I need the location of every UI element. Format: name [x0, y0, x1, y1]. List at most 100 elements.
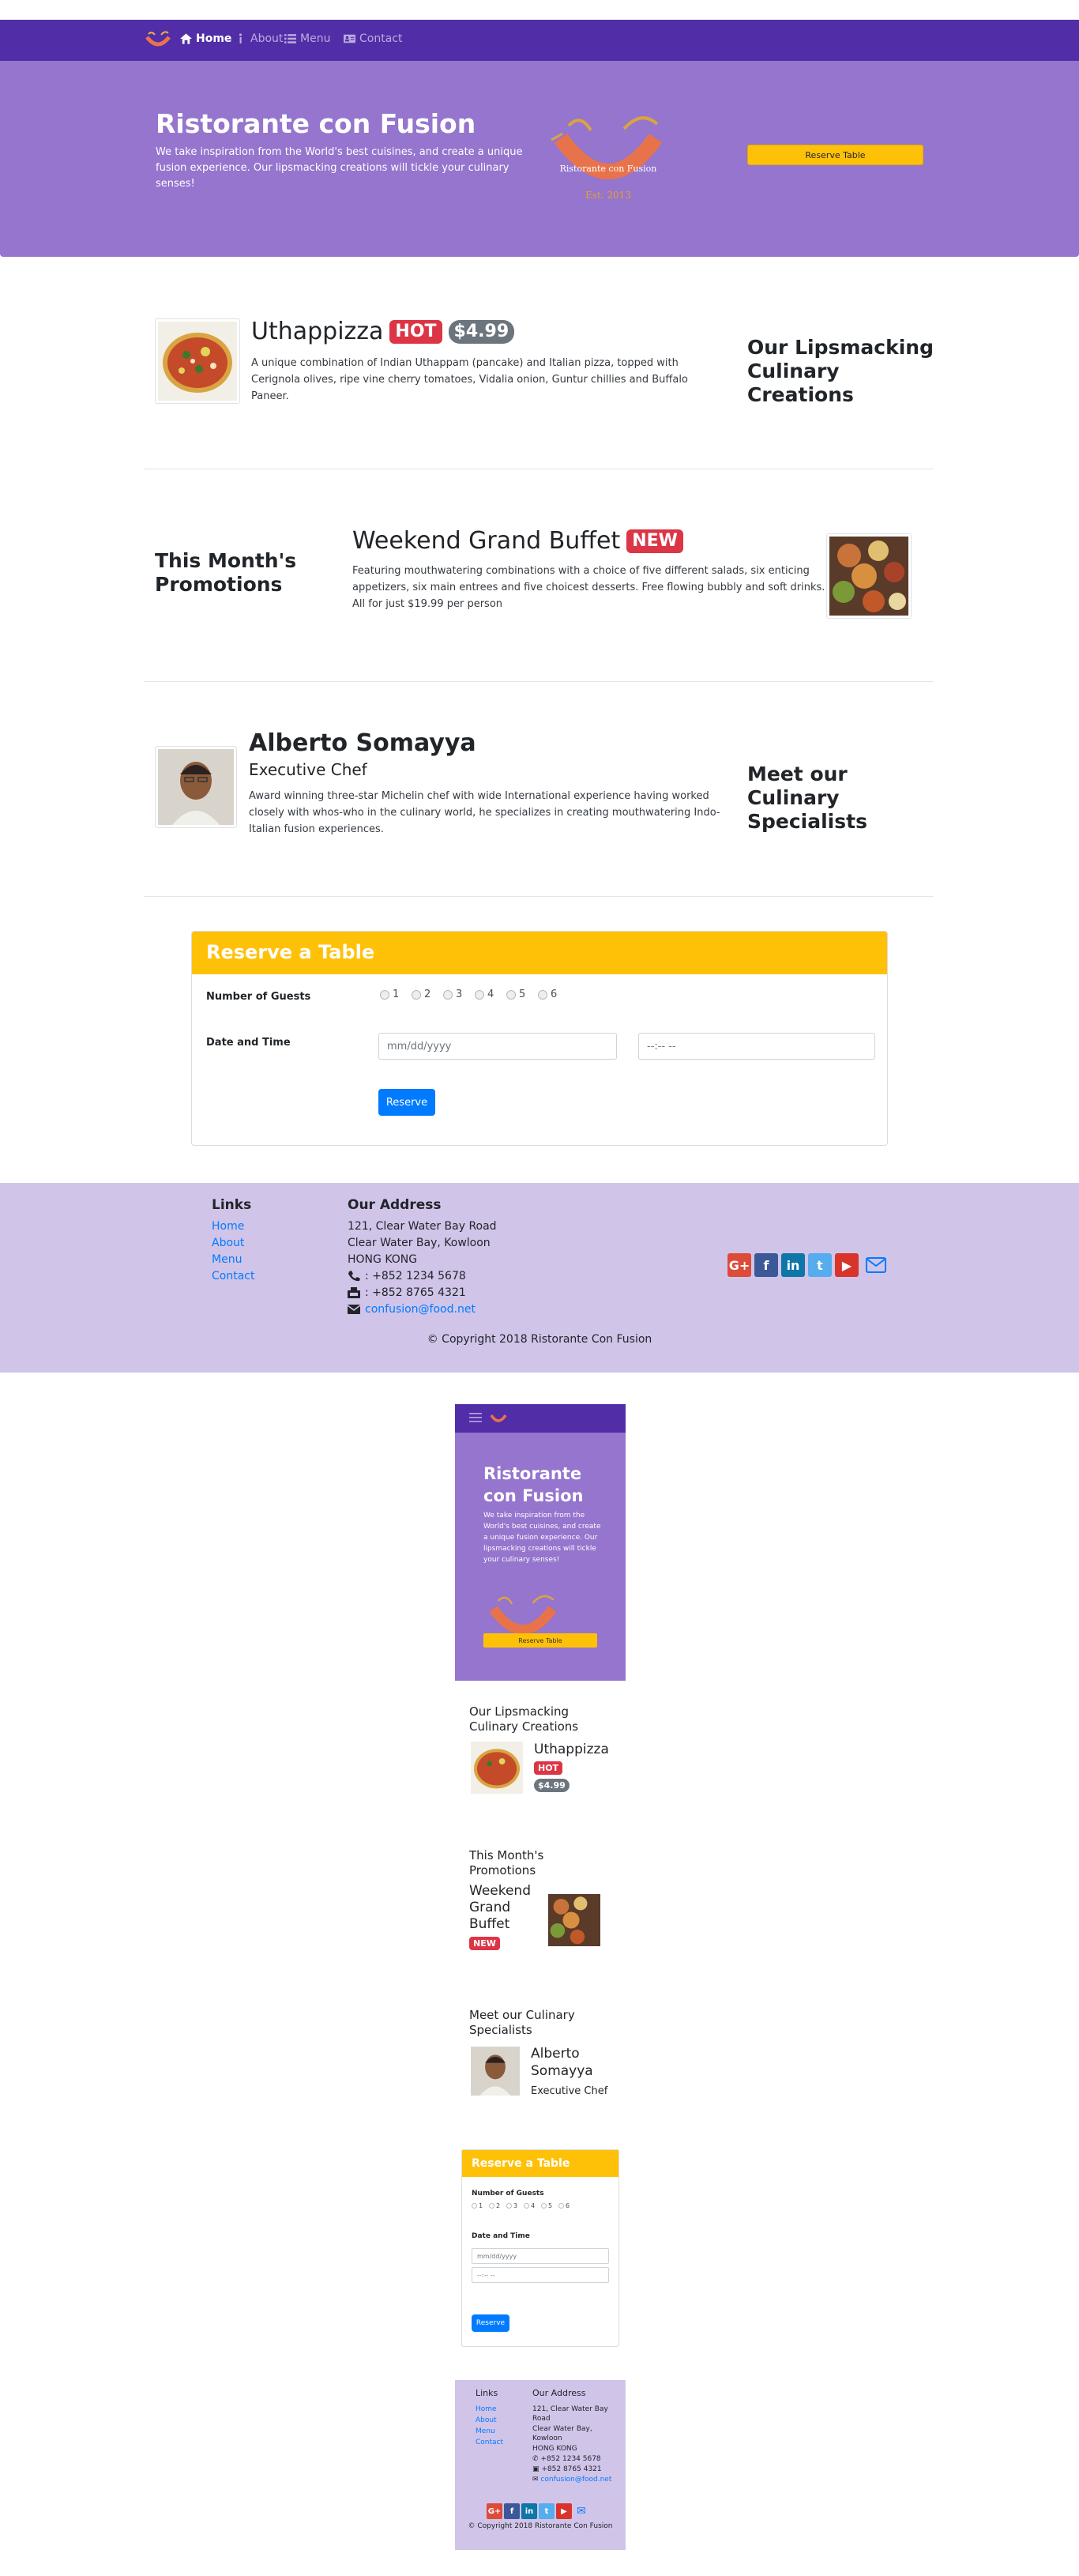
buffet-image [829, 537, 908, 616]
nav-about[interactable]: About [235, 32, 283, 45]
hamburger-icon[interactable] [469, 1412, 482, 1423]
phone-number: : +852 1234 5678 [365, 1270, 466, 1282]
mobile-links-heading: Links [476, 2388, 498, 2398]
facebook-icon[interactable]: f [754, 1253, 778, 1277]
radio-circle[interactable] [538, 989, 547, 1000]
mobile-email-link[interactable]: confusion@food.net [540, 2476, 611, 2484]
reserve-button[interactable]: Reserve [378, 1089, 435, 1116]
google-plus-icon[interactable]: G+ [727, 1253, 751, 1277]
guests-radio-4[interactable]: 4 [475, 989, 494, 1000]
mobile-brand-logo[interactable] [490, 1410, 507, 1425]
radio-circle[interactable] [472, 2203, 477, 2209]
divider [144, 681, 934, 682]
reserve-card-title: Reserve a Table [206, 941, 375, 963]
radio-circle[interactable] [443, 989, 453, 1000]
mobile-reserve-card: Reserve a Table Number of Guests 1 2 3 4… [461, 2149, 619, 2347]
phone-icon: ✆ [532, 2455, 541, 2463]
radio-circle[interactable] [541, 2203, 547, 2209]
mobile-address-line: Kowloon [532, 2435, 562, 2442]
twitter-icon[interactable]: t [808, 1253, 832, 1277]
radio-label: 3 [456, 989, 463, 1000]
date-input[interactable]: mm/dd/yyyy [378, 1033, 617, 1060]
guests-radio-1[interactable]: 1 [380, 989, 399, 1000]
dish-section-heading: Our Lipsmacking Culinary Creations [747, 336, 934, 406]
mobile-date-input[interactable]: mm/dd/yyyy [472, 2248, 609, 2264]
fax-number: : +852 8765 4321 [365, 1286, 466, 1299]
navbar: Home About Menu Contact [0, 20, 1079, 61]
mobile-hot-badge: HOT [534, 1761, 563, 1775]
mobile-time-input[interactable]: --:-- -- [472, 2267, 609, 2283]
time-input[interactable]: --:-- -- [638, 1033, 875, 1060]
reserve-table-button[interactable]: Reserve Table [747, 145, 923, 165]
nav-home-label: Home [196, 32, 232, 45]
radio-circle[interactable] [412, 989, 421, 1000]
mobile-buffet-image [548, 1894, 600, 1946]
mobile-facebook-icon[interactable]: f [504, 2503, 520, 2519]
mobile-linkedin-icon[interactable]: in [521, 2503, 537, 2519]
nav-contact-label: Contact [359, 32, 403, 45]
nav-home[interactable]: Home [180, 32, 231, 45]
mobile-reserve-button[interactable]: Reserve [472, 2314, 509, 2332]
mobile-footer-link-menu[interactable]: Menu [476, 2427, 495, 2435]
guests-radio-3[interactable]: 3 [443, 989, 462, 1000]
guests-radio-2[interactable]: 2 [412, 989, 430, 1000]
mobile-reserve-table-button[interactable]: Reserve Table [483, 1633, 597, 1648]
mobile-google-plus-icon[interactable]: G+ [487, 2503, 502, 2519]
mobile-promo-line1: Weekend [469, 1883, 531, 1899]
mobile-phone-number: +852 1234 5678 [540, 2455, 601, 2463]
mobile-address-line: Clear Water Bay, [532, 2425, 592, 2433]
footer-link-home[interactable]: Home [212, 1220, 244, 1233]
mobile-promo-line2: Grand [469, 1900, 511, 1915]
dish-heading: Uthappizza HOT $4.99 [251, 318, 515, 345]
radio-circle[interactable] [506, 989, 516, 1000]
envelope-icon [348, 1305, 360, 1314]
radio-circle[interactable] [475, 989, 484, 1000]
radio-circle[interactable] [489, 2203, 494, 2209]
youtube-icon[interactable]: ▶ [835, 1253, 859, 1277]
mobile-guests-radio-2[interactable]: 2 [489, 2202, 500, 2209]
address-line: HONG KONG [348, 1253, 418, 1266]
footer-link-contact[interactable]: Contact [212, 1270, 254, 1282]
datetime-label: Date and Time [206, 1037, 291, 1049]
mobile-guests-radio-1[interactable]: 1 [472, 2202, 483, 2209]
list-icon [284, 34, 296, 43]
mobile-guests-radio-5[interactable]: 5 [541, 2202, 552, 2209]
mobile-jumbotron: Ristorante con Fusion We take inspiratio… [455, 1433, 626, 1681]
mobile-guests-radio-3[interactable]: 3 [506, 2202, 517, 2209]
mobile-leader-line2: Somayya [531, 2063, 593, 2079]
radio-circle[interactable] [524, 2203, 529, 2209]
nav-about-label: About [250, 32, 284, 45]
radio-label: 5 [548, 2202, 553, 2209]
mobile-twitter-icon[interactable]: t [539, 2503, 555, 2519]
mobile-footer-link-home[interactable]: Home [476, 2405, 497, 2413]
guests-radio-5[interactable]: 5 [506, 989, 525, 1000]
mobile-mail-icon[interactable]: ✉ [573, 2503, 589, 2519]
envelope-icon: ✉ [532, 2476, 541, 2484]
mobile-guests-radio-6[interactable]: 6 [558, 2202, 570, 2209]
brand-logo[interactable] [144, 28, 172, 53]
mobile-footer-link-contact[interactable]: Contact [476, 2439, 503, 2446]
radio-circle[interactable] [506, 2203, 512, 2209]
footer-link-menu[interactable]: Menu [212, 1253, 242, 1266]
mobile-dish-title: Uthappizza [534, 1742, 609, 1757]
mobile-jumbotron-text: We take inspiration from the World's bes… [483, 1512, 601, 1564]
mobile-guests-radio-4[interactable]: 4 [524, 2202, 535, 2209]
radio-label: 1 [479, 2202, 483, 2209]
radio-circle[interactable] [558, 2203, 564, 2209]
mobile-address-line: HONG KONG [532, 2445, 577, 2453]
guests-radio-6[interactable]: 6 [538, 989, 557, 1000]
mobile-footer-link-about[interactable]: About [476, 2416, 497, 2424]
radio-circle[interactable] [380, 989, 389, 1000]
mobile-youtube-icon[interactable]: ▶ [556, 2503, 572, 2519]
mobile-navbar [455, 1404, 626, 1433]
footer-link-about[interactable]: About [212, 1237, 244, 1249]
mail-icon[interactable] [864, 1253, 888, 1277]
radio-label: 4 [531, 2202, 536, 2209]
nav-menu[interactable]: Menu [284, 32, 330, 45]
email-link[interactable]: confusion@food.net [365, 1303, 476, 1316]
radio-label: 5 [519, 989, 526, 1000]
linkedin-icon[interactable]: in [781, 1253, 805, 1277]
jumbotron: Ristorante con Fusion We take inspiratio… [0, 61, 1079, 257]
mobile-guests-label: Number of Guests [472, 2190, 544, 2198]
nav-contact[interactable]: Contact [344, 32, 402, 45]
